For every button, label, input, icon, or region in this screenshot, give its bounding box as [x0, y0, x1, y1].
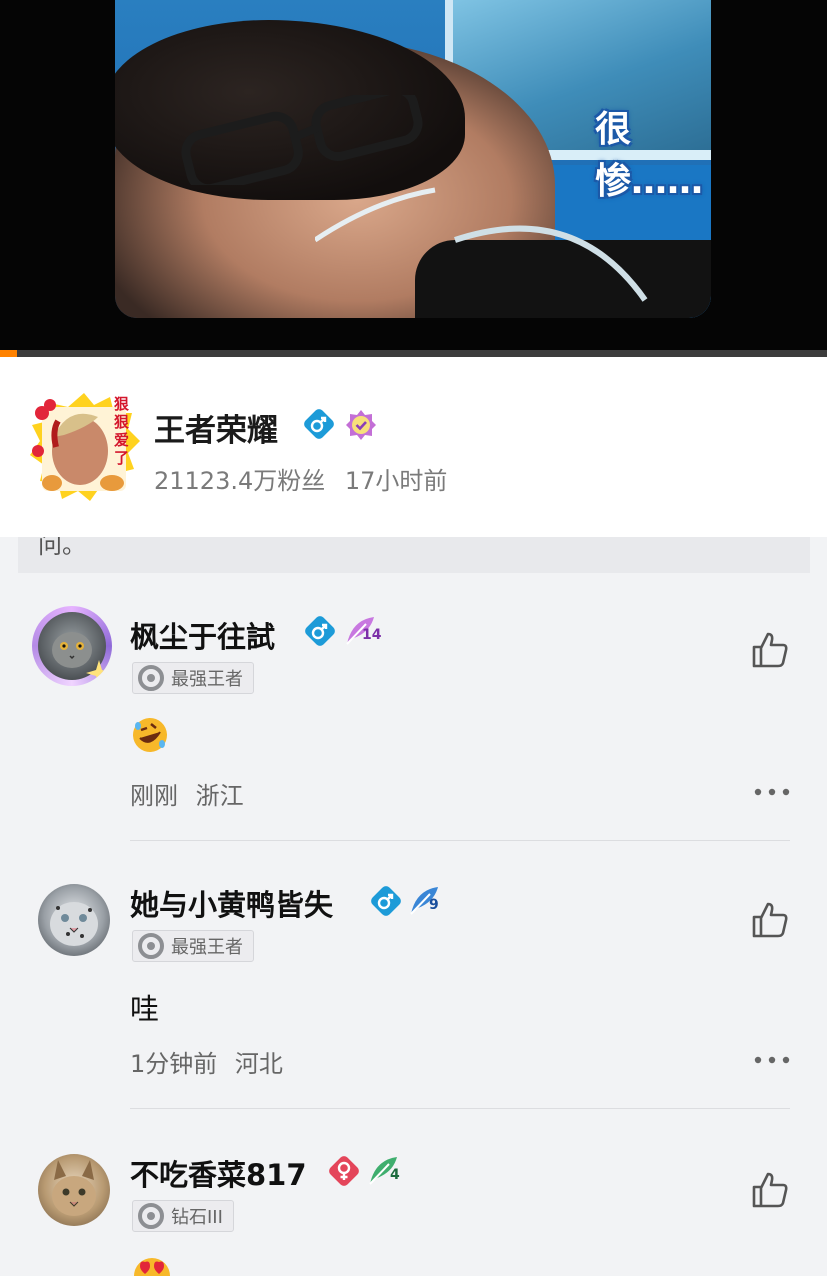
author-avatar-text: 狠狠爱了 — [114, 395, 130, 467]
user-level-badge: 9 — [408, 884, 444, 918]
sparkle-icon — [86, 660, 112, 686]
male-gender-icon — [304, 409, 334, 439]
author-time: 17小时前 — [344, 467, 448, 495]
snow-leopard-icon — [50, 902, 98, 946]
verified-badge-icon — [346, 410, 376, 440]
comment-location: 河北 — [234, 1050, 283, 1078]
more-options-icon[interactable] — [752, 785, 792, 799]
post-text-clipped: 问。 — [38, 537, 86, 559]
rank-badge-label: 钻石III — [171, 1207, 223, 1228]
rank-badge[interactable]: 钻石III — [132, 1200, 234, 1232]
video-glasses — [181, 95, 423, 185]
video-caption: 很惨…… — [595, 109, 704, 202]
rank-badge-label: 最强王者 — [171, 669, 243, 690]
comment-divider — [130, 1108, 790, 1109]
user-avatar[interactable] — [38, 884, 110, 956]
comment-username[interactable]: 枫尘于往試 — [130, 614, 275, 656]
user-level-badge: 14 — [344, 614, 382, 648]
like-icon[interactable] — [750, 1170, 790, 1210]
author-followers: 21123.4万粉丝 — [154, 467, 326, 495]
more-options-icon[interactable] — [752, 1053, 792, 1067]
comment-time: 1分钟前 — [130, 1050, 218, 1078]
heart-eyes-emoji-icon — [134, 1258, 170, 1276]
comment-text: 哇 — [130, 992, 160, 1026]
rank-emblem-icon — [138, 933, 164, 959]
video-frame: 很惨…… — [115, 0, 711, 318]
comment-time: 刚刚 — [130, 782, 178, 810]
user-avatar[interactable] — [32, 606, 112, 686]
user-level-number: 4 — [390, 1167, 400, 1183]
rank-emblem-icon — [138, 665, 164, 691]
rofl-emoji-icon — [133, 718, 167, 752]
comment-divider — [130, 840, 790, 841]
video-progress-bar[interactable] — [0, 350, 827, 357]
author-name[interactable]: 王者荣耀 — [154, 405, 278, 450]
rank-emblem-icon — [138, 1203, 164, 1229]
comment-meta: 1分钟前 河北 — [130, 1044, 293, 1079]
user-level-number: 9 — [429, 897, 439, 913]
author-avatar[interactable]: 狠狠爱了 — [28, 391, 140, 503]
video-player[interactable]: 很惨…… — [0, 0, 827, 350]
user-avatar[interactable] — [38, 1154, 110, 1226]
rank-badge[interactable]: 最强王者 — [132, 662, 254, 694]
lynx-icon — [52, 1160, 96, 1216]
author-card[interactable]: 狠狠爱了 王者荣耀 21123.4万粉丝 17小时前 — [0, 357, 827, 537]
author-meta: 21123.4万粉丝 17小时前 — [154, 461, 459, 496]
comment-username[interactable]: 她与小黄鸭皆失 — [130, 882, 333, 924]
post-text-fragment: 问。 — [18, 537, 810, 573]
like-icon[interactable] — [750, 630, 790, 670]
male-gender-icon — [371, 886, 401, 916]
user-level-number: 14 — [362, 627, 382, 643]
rank-badge[interactable]: 最强王者 — [132, 930, 254, 962]
like-icon[interactable] — [750, 900, 790, 940]
comment-location: 浙江 — [195, 782, 244, 810]
comment-username[interactable]: 不吃香菜817 — [130, 1152, 307, 1194]
comment-meta: 刚刚 浙江 — [130, 776, 254, 811]
user-level-badge: 4 — [367, 1154, 403, 1188]
female-gender-icon — [329, 1156, 359, 1186]
video-progress-fill — [0, 350, 17, 357]
rank-badge-label: 最强王者 — [171, 937, 243, 958]
male-gender-icon — [305, 616, 335, 646]
